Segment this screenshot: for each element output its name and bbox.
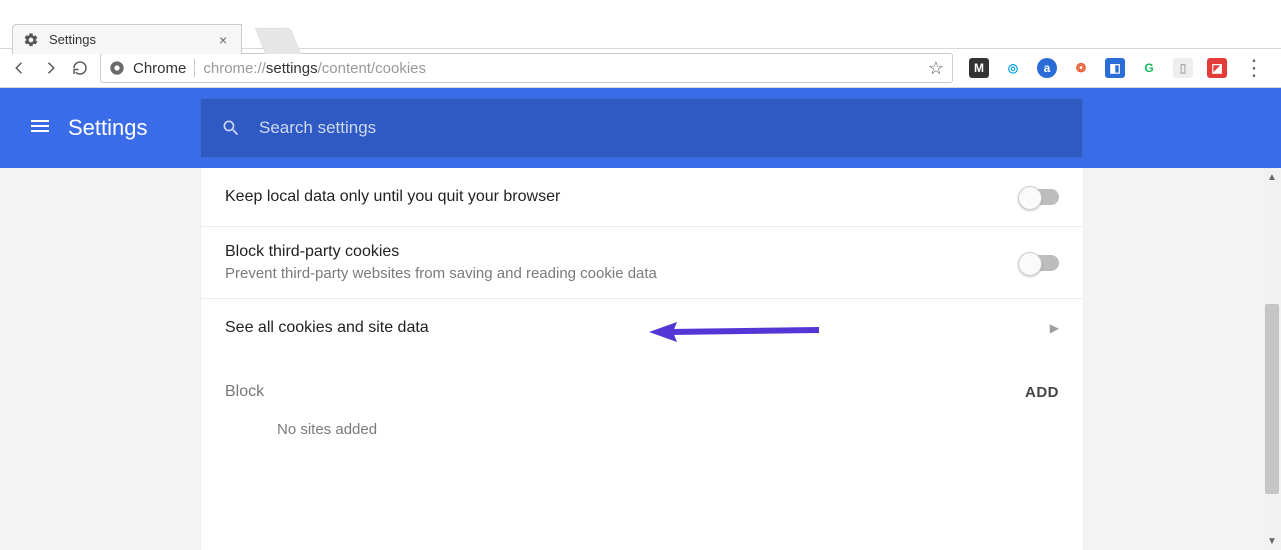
address-bar[interactable]: Chrome chrome://settings/content/cookies… (100, 53, 953, 83)
content-area: Keep local data only until you quit your… (0, 168, 1281, 550)
search-placeholder: Search settings (259, 118, 376, 138)
toggle-keep-local-data[interactable] (1021, 189, 1059, 205)
tab-title: Settings (47, 32, 207, 47)
tab-settings[interactable]: Settings × (12, 24, 242, 54)
toggle-block-3p-cookies[interactable] (1021, 255, 1059, 271)
no-sites-label: No sites added (201, 415, 1083, 468)
settings-panel: Keep local data only until you quit your… (200, 168, 1084, 550)
page-title: Settings (68, 115, 148, 141)
scroll-up-button[interactable]: ▲ (1263, 168, 1281, 186)
setting-label: Block third-party cookies (225, 243, 657, 261)
g-ext[interactable]: G (1139, 58, 1159, 78)
chrome-icon (109, 60, 125, 76)
setting-label: See all cookies and site data (225, 319, 429, 337)
back-button[interactable] (10, 58, 30, 78)
block-section-header: Block ADD (201, 357, 1083, 415)
search-icon (221, 118, 241, 138)
red-ext[interactable]: ◪ (1207, 58, 1227, 78)
chevron-right-icon: ▶ (1050, 321, 1059, 335)
browser-menu-button[interactable]: ⋮ (1237, 55, 1271, 81)
setting-sublabel: Prevent third-party websites from saving… (225, 265, 657, 282)
circle-blue-ext[interactable]: ◎ (1003, 58, 1023, 78)
m-ext[interactable]: M (969, 58, 989, 78)
omnibox-url: chrome://settings/content/cookies (203, 60, 426, 77)
block-label: Block (225, 383, 264, 401)
setting-label: Keep local data only until you quit your… (225, 188, 560, 206)
add-button[interactable]: ADD (1025, 384, 1059, 401)
reload-button[interactable] (70, 58, 90, 78)
at-ext[interactable]: a (1037, 58, 1057, 78)
forward-button[interactable] (40, 58, 60, 78)
gear-icon (23, 32, 39, 48)
vertical-scrollbar[interactable]: ▲ ▼ (1263, 168, 1281, 550)
annotation-arrow-icon (649, 317, 819, 347)
extension-row: M ◎ a ❂ ◧ G ▯ ◪ (963, 58, 1227, 78)
setting-block-3p-cookies[interactable]: Block third-party cookies Prevent third-… (201, 227, 1083, 299)
tab-close-button[interactable]: × (215, 32, 231, 48)
search-settings-input[interactable]: Search settings (200, 98, 1083, 158)
doc-ext[interactable]: ▯ (1173, 58, 1193, 78)
setting-keep-local-data[interactable]: Keep local data only until you quit your… (201, 168, 1083, 227)
scroll-down-button[interactable]: ▼ (1263, 532, 1281, 550)
scroll-thumb[interactable] (1265, 304, 1279, 494)
swirl-ext[interactable]: ❂ (1071, 58, 1091, 78)
camera-ext[interactable]: ◧ (1105, 58, 1125, 78)
bookmark-star-icon[interactable]: ☆ (928, 58, 944, 79)
hamburger-menu-button[interactable] (28, 114, 52, 143)
tab-strip: Settings × (0, 0, 1281, 48)
omnibox-scheme-label: Chrome (133, 60, 186, 77)
setting-see-all-cookies[interactable]: See all cookies and site data ▶ (201, 299, 1083, 357)
browser-toolbar: Chrome chrome://settings/content/cookies… (0, 48, 1281, 88)
settings-header: Settings Search settings (0, 88, 1281, 168)
omnibox-divider (194, 59, 195, 77)
